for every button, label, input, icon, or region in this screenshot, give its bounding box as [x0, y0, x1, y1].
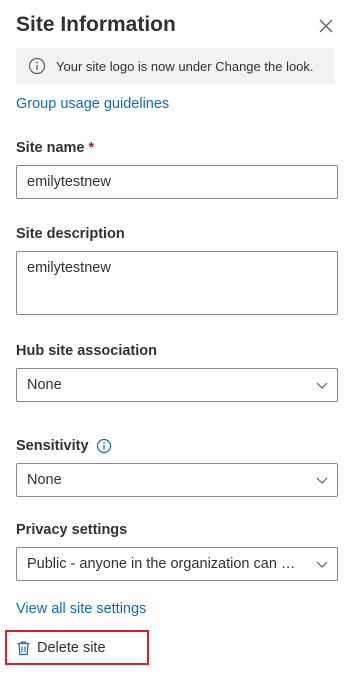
hub-site-selected-value: None: [27, 377, 62, 393]
required-marker: *: [88, 140, 95, 156]
sensitivity-label-text: Sensitivity: [16, 438, 89, 454]
info-icon: [28, 57, 46, 75]
panel-title: Site Information: [16, 13, 176, 36]
privacy-settings-label: Privacy settings: [16, 522, 128, 538]
site-name-input[interactable]: [16, 165, 338, 199]
close-icon: [319, 19, 333, 33]
sensitivity-label: Sensitivity: [16, 438, 112, 454]
privacy-selected-value: Public - anyone in the organization can …: [27, 556, 303, 572]
privacy-settings-dropdown[interactable]: Public - anyone in the organization can …: [16, 547, 338, 581]
chevron-down-icon: [316, 561, 328, 568]
close-button[interactable]: [314, 14, 338, 38]
hub-site-association-dropdown[interactable]: None: [16, 368, 338, 402]
group-usage-guidelines-link[interactable]: Group usage guidelines: [16, 96, 169, 112]
info-icon[interactable]: [96, 438, 112, 454]
site-description-textarea[interactable]: emilytestnew: [16, 251, 338, 315]
chevron-down-icon: [316, 477, 328, 484]
site-description-label: Site description: [16, 226, 125, 242]
chevron-down-icon: [316, 382, 328, 389]
delete-site-label: Delete site: [37, 640, 106, 656]
site-information-panel: Site Information Your site logo is now u…: [0, 0, 349, 676]
site-name-label: Site name *: [16, 140, 94, 156]
site-name-label-text: Site name: [16, 140, 85, 156]
sensitivity-selected-value: None: [27, 472, 62, 488]
view-all-site-settings-link[interactable]: View all site settings: [16, 601, 146, 617]
hub-site-association-label: Hub site association: [16, 343, 158, 359]
sensitivity-dropdown[interactable]: None: [16, 463, 338, 497]
delete-site-button[interactable]: Delete site: [16, 640, 106, 656]
info-message-bar: Your site logo is now under Change the l…: [16, 48, 334, 84]
trash-icon: [16, 640, 31, 656]
info-message-text: Your site logo is now under Change the l…: [56, 58, 314, 74]
